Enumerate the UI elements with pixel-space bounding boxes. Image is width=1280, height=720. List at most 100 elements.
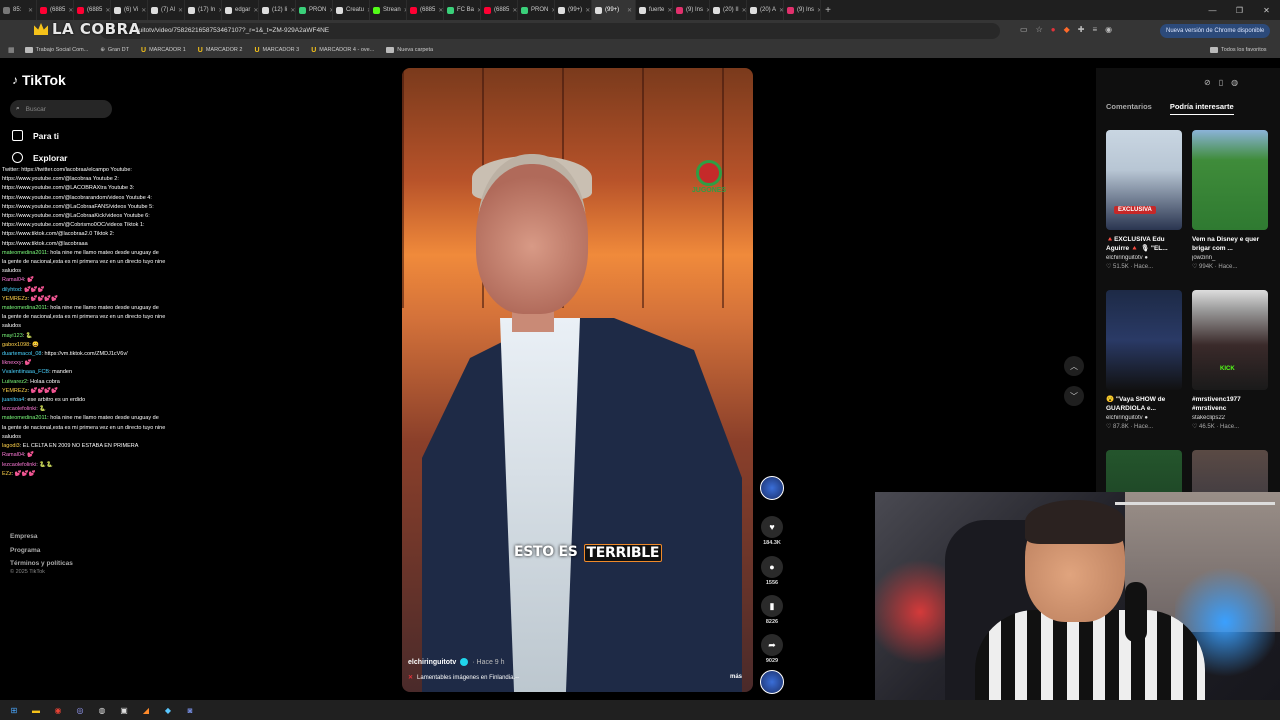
u-icon: U	[197, 46, 203, 54]
nav-item-para-ti[interactable]: Para ti	[12, 130, 59, 141]
menu-lines-icon[interactable]: ≡	[1092, 25, 1097, 34]
recommended-video-card[interactable]: EXCLUSIVA 🔺EXCLUSIVA Edu Aguirre 🔺 🎙 "EL.…	[1106, 130, 1182, 270]
browser-tab[interactable]: (6885 ✕	[37, 0, 74, 20]
puzzle-icon[interactable]: ✚	[1078, 25, 1085, 34]
bookmark-item[interactable]: U MARCADOR 1	[141, 47, 186, 54]
new-tab-button[interactable]: +	[821, 5, 835, 16]
browser-tab[interactable]: PRON✕	[518, 0, 555, 20]
close-window-button[interactable]: ✕	[1253, 6, 1280, 15]
tab-label: fuerte	[649, 7, 665, 13]
chrome-update-button[interactable]: Nueva versión de Chrome disponible	[1160, 24, 1271, 38]
browser-tab[interactable]: fuerte ✕	[636, 0, 673, 20]
search-input[interactable]: ⌕ Buscar	[10, 100, 112, 118]
close-icon[interactable]: ✕	[290, 7, 295, 14]
close-icon[interactable]: ✕	[178, 7, 183, 14]
browser-tab[interactable]: (7) Al ✕	[148, 0, 185, 20]
more-button[interactable]: más	[730, 674, 742, 680]
extension-icon[interactable]: ●	[1051, 25, 1056, 34]
creator-avatar[interactable]	[760, 476, 784, 500]
bookmark-item[interactable]: Nueva carpeta	[386, 47, 433, 53]
browser-tab[interactable]: (6885 ✕	[407, 0, 444, 20]
chat-username: Vvalentiinaaa_FCB	[2, 369, 50, 376]
tab-comentarios[interactable]: Comentarios	[1106, 102, 1152, 115]
chat-username: mayi123	[2, 332, 23, 339]
previous-video-button[interactable]: ︿	[1064, 356, 1084, 376]
browser-tab[interactable]: edgar ✕	[222, 0, 259, 20]
bookmark-item[interactable]: ⊕ Gran DT	[100, 47, 129, 53]
recommended-video-card[interactable]: KICK #mrstivenc1977 #mrstivenc stakeclips2…	[1192, 290, 1268, 430]
minimize-button[interactable]: —	[1199, 6, 1226, 15]
browser-tab[interactable]: 85: ✕	[0, 0, 37, 20]
recommended-video-card[interactable]: Vem na Disney e quer brigar com ... jowzi…	[1192, 130, 1268, 270]
close-icon[interactable]: ✕	[667, 7, 672, 14]
browser-tab[interactable]: (99+) ✕	[555, 0, 592, 20]
windows-icon[interactable]: ⊞	[8, 704, 20, 716]
profile-icon[interactable]: ◉	[1105, 25, 1112, 34]
app-icon[interactable]: ◎	[74, 704, 86, 716]
star-icon[interactable]: ☆	[1036, 25, 1043, 34]
heart-button[interactable]: ♥ 184.3K	[760, 516, 784, 546]
browser-tab[interactable]: PRON✕	[296, 0, 333, 20]
chrome-icon[interactable]: ◉	[52, 704, 64, 716]
bookmark-item[interactable]: Trabajo Social Com...	[24, 47, 88, 53]
browser-tab[interactable]: FC Ba✕	[444, 0, 481, 20]
browser-tab[interactable]: (99+) ✕	[592, 0, 636, 20]
bookmark-item[interactable]: U MARCADOR 3	[254, 47, 299, 54]
tab-label: PRON	[531, 7, 549, 13]
browser-tab[interactable]: (6885 ✕	[74, 0, 111, 20]
close-icon[interactable]: ✕	[585, 7, 590, 14]
cast-icon[interactable]: ▭	[1020, 25, 1028, 34]
device-icon[interactable]: ▯	[1219, 78, 1223, 87]
apps-grid-icon[interactable]: ▦	[8, 46, 15, 54]
browser-tab[interactable]: (6) Vi ✕	[111, 0, 148, 20]
browser-tab[interactable]: Creatu✕	[333, 0, 370, 20]
tiktok-logo[interactable]: ♪ TikTok	[12, 72, 66, 88]
tab-podria-interesarte[interactable]: Podría interesarte	[1169, 102, 1234, 115]
browser-tab[interactable]: (17) In✕	[185, 0, 222, 20]
browser-tab[interactable]: Strean✕	[370, 0, 407, 20]
browser-tab[interactable]: (20) A ✕	[747, 0, 784, 20]
close-icon[interactable]: ✕	[742, 7, 746, 14]
close-icon[interactable]: ✕	[141, 7, 146, 14]
bookmark-button[interactable]: ▮ 8226	[760, 595, 784, 625]
extension2-icon[interactable]: ◆	[1064, 25, 1070, 34]
footer-link[interactable]: Programa	[10, 544, 73, 558]
close-icon[interactable]: ✕	[627, 7, 632, 14]
app4-icon[interactable]: ◆	[162, 704, 174, 716]
app2-icon[interactable]: ▣	[118, 704, 130, 716]
copyright: © 2025 TikTok	[10, 569, 45, 575]
next-video-button[interactable]: ﹀	[1064, 386, 1084, 406]
close-icon[interactable]: ✕	[68, 7, 73, 14]
bookmark-item[interactable]: U MARCADOR 4 - ove...	[311, 47, 374, 54]
profile-avatar-icon[interactable]: ◍	[1231, 78, 1238, 87]
video-player[interactable]: JUGONES ESTO ES TERRIBLE elchiringuitotv…	[402, 68, 753, 692]
all-favorites[interactable]: Todos los favoritos	[1210, 47, 1267, 53]
nav-label: Para ti	[33, 130, 59, 141]
address-bar[interactable]: inguitotv/video/7582621658753467107?_r=1…	[100, 23, 1000, 39]
share-button[interactable]: ➦ 9029	[760, 634, 784, 664]
chat-text: https://www.youtube.com/@LaCobraaFANS/vi…	[2, 203, 154, 210]
app3-icon[interactable]: ◢	[140, 704, 152, 716]
footer-link[interactable]: Empresa	[10, 530, 73, 544]
files-icon[interactable]: ▬	[30, 704, 42, 716]
close-icon[interactable]: ✕	[253, 7, 258, 14]
close-icon[interactable]: ✕	[438, 7, 443, 14]
browser-tab[interactable]: (20) II ✕	[710, 0, 747, 20]
obs-icon[interactable]: ◍	[96, 704, 108, 716]
discord-icon[interactable]: ◙	[184, 704, 196, 716]
send-icon[interactable]: ⊘	[1204, 78, 1211, 87]
maximize-button[interactable]: ❐	[1226, 6, 1253, 15]
close-icon[interactable]: ✕	[28, 7, 33, 14]
music-disc[interactable]	[760, 670, 784, 694]
recommended-video-card[interactable]: 😮 "Vaya SHOW de GUARDIOLA e... elchiringu…	[1106, 290, 1182, 430]
browser-tab[interactable]: (12) Ii ✕	[259, 0, 296, 20]
bookmark-item[interactable]: U MARCADOR 2	[198, 47, 243, 54]
browser-tab[interactable]: (6885 ✕	[481, 0, 518, 20]
video-author[interactable]: elchiringuitotv · Hace 9 h	[408, 658, 505, 666]
browser-tab[interactable]: (9) Ins✕	[784, 0, 821, 20]
close-icon[interactable]: ✕	[512, 7, 517, 14]
comment-button[interactable]: ● 1556	[760, 556, 784, 586]
close-icon[interactable]: ✕	[105, 7, 110, 14]
nav-item-explorar[interactable]: Explorar	[12, 152, 68, 163]
browser-tab[interactable]: (9) Ins✕	[673, 0, 710, 20]
